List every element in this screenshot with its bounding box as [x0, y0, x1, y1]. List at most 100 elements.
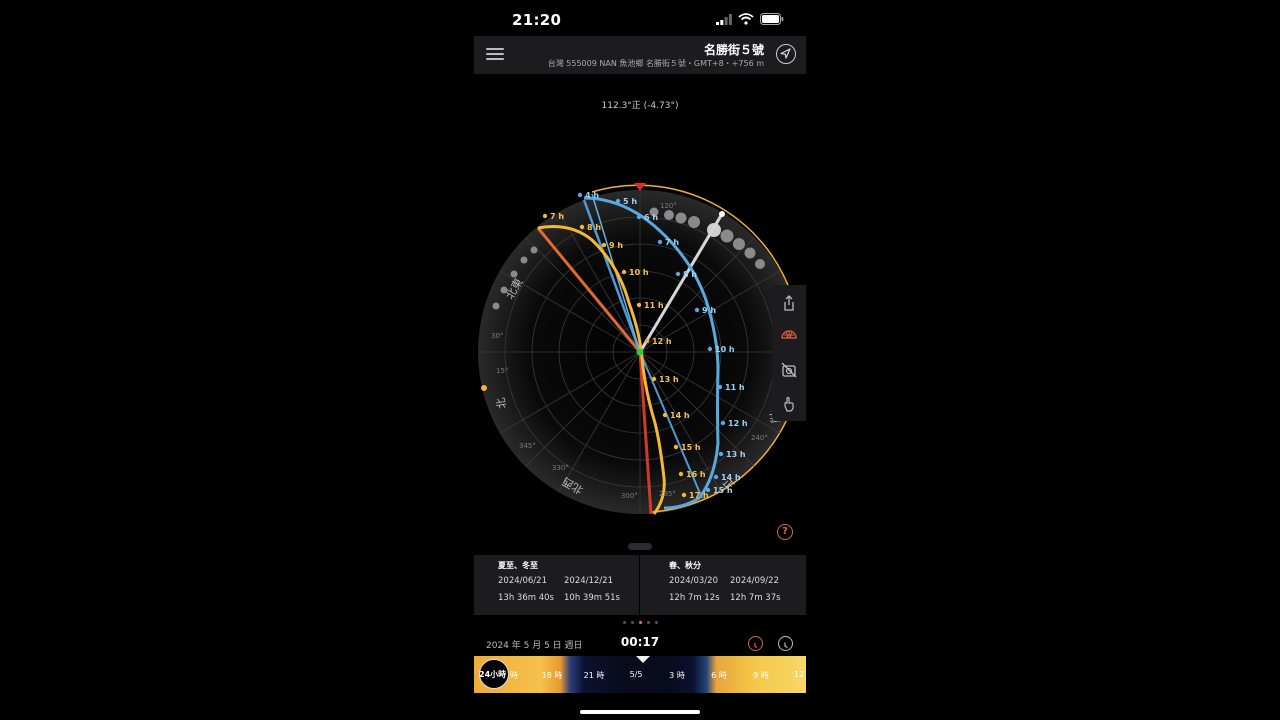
sun-path-diagram[interactable]: 4 h 5 h 6 h 7 h 8 h 9 h 10 h 11 h 12 h 13 h 14 h 15…: [474, 178, 806, 523]
sun-hour-label: 8 h: [587, 223, 601, 232]
summer-hour-label: 8 h: [683, 270, 697, 279]
side-toolbar: [772, 285, 806, 421]
app-header: 名勝街５號 台灣 555009 NAN 魚池鄉 名勝街５號・GMT+8・+756…: [474, 36, 806, 74]
azimuth-readout: 112.3°正 (-4.73°): [601, 101, 679, 111]
menu-button[interactable]: [486, 48, 504, 62]
sun-hour-label: 7 h: [550, 212, 564, 221]
summer-hour-label: 11 h: [725, 383, 745, 392]
share-icon: [784, 295, 794, 311]
place-subtitle: 台灣 555009 NAN 魚池鄉 名勝街５號・GMT+8・+756 m: [547, 59, 764, 68]
sun-hour-label: 17 h: [689, 491, 709, 500]
help-button[interactable]: ?: [777, 524, 793, 540]
touch-mode-button[interactable]: [779, 394, 799, 414]
sun-hour-label: 11 h: [644, 301, 664, 310]
timeline-tick: 6 時: [711, 671, 727, 680]
panel-divider: [639, 555, 640, 615]
timeline-tick: 3 時: [669, 671, 685, 680]
compass-label: 北: [494, 397, 509, 410]
camera-toggle-button[interactable]: [779, 360, 799, 380]
timeline-tick: 18 時: [541, 671, 563, 680]
status-icons: [716, 12, 784, 26]
page-dot[interactable]: [646, 621, 650, 624]
degree-label: 285°: [659, 490, 676, 498]
sun-hour-label-dot: [673, 444, 679, 450]
degree-label: 300°: [621, 492, 638, 500]
summer-hour-label-dot: [577, 192, 583, 198]
summer-hour-label-dot: [615, 198, 621, 204]
place-title[interactable]: 名勝街５號: [704, 41, 764, 58]
sun-hour-label-dot: [651, 376, 657, 382]
sun-hour-label: 12 h: [652, 337, 672, 346]
timeline-cursor: [636, 656, 650, 663]
sun-hour-label: 16 h: [686, 470, 706, 479]
autumn-equinox-date: 2024/09/22: [730, 576, 779, 586]
page-dot-active[interactable]: [638, 621, 642, 624]
panel-drag-handle[interactable]: [628, 543, 652, 550]
clock-button[interactable]: [778, 636, 793, 651]
summer-hour-label-dot: [718, 451, 724, 457]
summer-hour-label: 13 h: [726, 450, 746, 459]
autumn-equinox-daylength: 12h 7m 37s: [730, 593, 781, 603]
timeline-tick: 9 時: [753, 671, 769, 680]
time-scrubber[interactable]: 24小時 時 18 時 21 時 5/5 3 時 6 時 9 時 12: [474, 656, 806, 693]
sun-hour-label-dot: [636, 302, 642, 308]
page-indicator[interactable]: [474, 621, 806, 624]
timeline-tick: 12: [793, 670, 805, 679]
summer-hour-label: 5 h: [623, 197, 637, 206]
sun-hour-label: 14 h: [670, 411, 690, 420]
summer-hour-label: 4 h: [585, 191, 599, 200]
degree-label: 30°: [491, 332, 503, 340]
solstice-title: 夏至、冬至: [498, 561, 538, 570]
sun-hour-label-dot: [601, 242, 607, 248]
summer-hour-label-dot: [707, 346, 713, 352]
menu-icon: [486, 48, 504, 50]
winter-solstice-daylength: 10h 39m 51s: [564, 593, 620, 603]
camera-off-icon: [781, 362, 797, 378]
summer-hour-label: 9 h: [702, 306, 716, 315]
sun-hour-label-dot: [681, 492, 687, 498]
summer-hour-label-dot: [720, 420, 726, 426]
summer-hour-label-dot: [713, 474, 719, 480]
summer-solstice-date: 2024/06/21: [498, 576, 547, 586]
observer-dot: [636, 348, 644, 356]
summer-hour-label-dot: [636, 214, 642, 220]
summer-hour-label: 6 h: [644, 213, 658, 222]
hand-icon: [784, 396, 794, 412]
sun-hour-label-dot: [621, 269, 627, 275]
timeline-tick: 5/5: [629, 670, 643, 679]
globe-icon: [781, 330, 797, 339]
location-button[interactable]: [776, 44, 796, 64]
north-marker-icon: [634, 183, 646, 191]
page-dot[interactable]: [622, 621, 626, 624]
question-icon: ?: [782, 526, 788, 537]
summer-hour-label-dot: [694, 307, 700, 313]
timeline-tick: 21 時: [583, 671, 605, 680]
sun-marker: [481, 385, 487, 391]
history-icon: [754, 643, 758, 649]
degree-label: 345°: [519, 442, 536, 450]
page-dot[interactable]: [630, 621, 634, 624]
degree-label: 240°: [751, 434, 768, 442]
signal-icon: [716, 13, 732, 25]
home-indicator[interactable]: [580, 710, 700, 714]
location-arrow-icon: [780, 48, 791, 59]
page-dot[interactable]: [654, 621, 658, 624]
summer-hour-label: 10 h: [715, 345, 735, 354]
degree-label: 120°: [660, 202, 677, 210]
sun-hour-label: 15 h: [681, 443, 701, 452]
battery-icon: [760, 13, 784, 25]
sun-hour-label-dot: [662, 412, 668, 418]
summer-solstice-daylength: 13h 36m 40s: [498, 593, 554, 603]
share-button[interactable]: [779, 293, 799, 313]
sun-hour-label-dot: [579, 224, 585, 230]
summer-hour-label-dot: [657, 239, 663, 245]
solstice-equinox-panel: 夏至、冬至 2024/06/21 2024/12/21 13h 36m 40s …: [474, 555, 806, 615]
reset-time-button[interactable]: [748, 636, 763, 651]
sun-hour-label-dot: [542, 213, 548, 219]
spring-equinox-daylength: 12h 7m 12s: [669, 593, 720, 603]
status-time: 21:20: [512, 11, 562, 29]
day-badge-label: 24小時: [479, 670, 507, 679]
sun-hour-label: 9 h: [609, 241, 623, 250]
globe-button[interactable]: [779, 325, 799, 345]
sun-hour-label-dot: [678, 471, 684, 477]
